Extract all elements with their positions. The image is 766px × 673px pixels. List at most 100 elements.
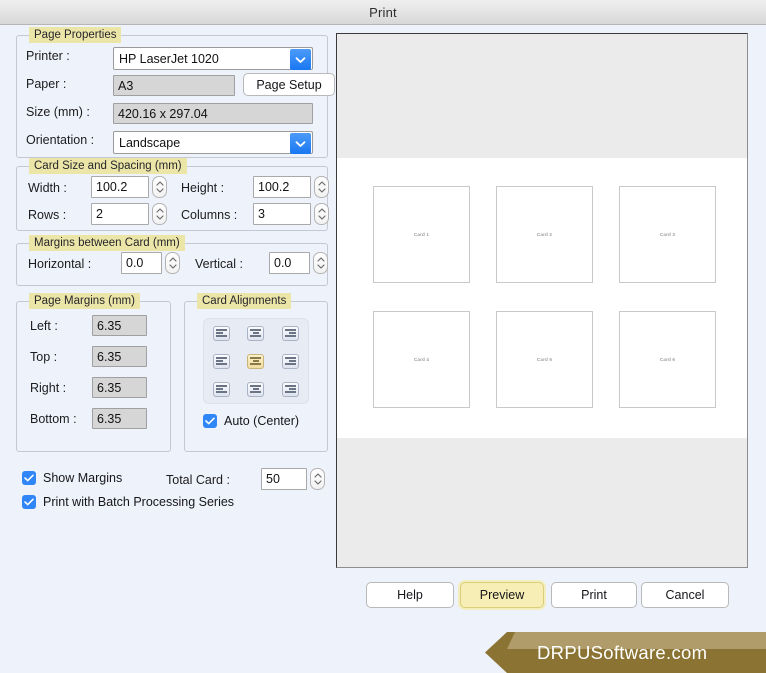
preview-card-label: Card 6 — [659, 357, 676, 362]
rows-input[interactable]: 2 — [91, 203, 149, 225]
align-middle-left-icon[interactable] — [212, 353, 230, 369]
show-margins-label: Show Margins — [43, 471, 123, 485]
columns-stepper[interactable]: 3 — [253, 203, 329, 225]
total-card-input[interactable]: 50 — [261, 468, 307, 490]
align-bottom-center-icon[interactable] — [247, 381, 265, 397]
printer-row: Printer : — [26, 49, 112, 63]
top-margin-label: Top : — [30, 350, 58, 364]
size-label: Size (mm) : — [26, 105, 90, 119]
print-dialog-window: Print Page Properties Printer : HP Laser… — [0, 0, 766, 673]
page-margins-group: Page Margins (mm) Left : 6.35 Top : 6.35… — [16, 293, 171, 452]
help-button[interactable]: Help — [366, 582, 454, 608]
margins-between-legend: Margins between Card (mm) — [29, 235, 185, 251]
size-value: 420.16 x 297.04 — [118, 106, 208, 121]
columns-value: 3 — [258, 207, 265, 221]
paper-value: A3 — [118, 78, 134, 93]
printer-combobox[interactable]: HP LaserJet 1020 — [113, 47, 313, 70]
vertical-spinner[interactable] — [313, 252, 328, 274]
vertical-stepper[interactable]: 0.0 — [269, 252, 328, 274]
width-label: Width : — [28, 181, 67, 195]
left-margin-field[interactable]: 6.35 — [92, 315, 147, 336]
brand-banner: DRPUSoftware.com — [485, 632, 766, 673]
chevron-down-icon[interactable] — [290, 133, 311, 154]
align-top-right-icon[interactable] — [282, 325, 300, 341]
bottom-margin-field[interactable]: 6.35 — [92, 408, 147, 429]
height-input[interactable]: 100.2 — [253, 176, 311, 198]
horizontal-label: Horizontal : — [28, 257, 92, 271]
columns-input[interactable]: 3 — [253, 203, 311, 225]
align-middle-right-icon[interactable] — [282, 353, 300, 369]
width-spinner[interactable] — [152, 176, 167, 198]
preview-card: Card 1 — [373, 186, 470, 283]
auto-center-label: Auto (Center) — [224, 414, 300, 428]
align-top-left-icon[interactable] — [212, 325, 230, 341]
horizontal-spinner[interactable] — [165, 252, 180, 274]
card-alignments-group: Card Alignments Auto (Center) — [184, 293, 328, 452]
orientation-label: Orientation : — [26, 133, 95, 147]
width-value: 100.2 — [96, 180, 128, 194]
rows-spinner[interactable] — [152, 203, 167, 225]
preview-card: Card 4 — [373, 311, 470, 408]
show-margins-checkbox[interactable]: Show Margins — [22, 471, 122, 485]
total-card-label: Total Card : — [166, 473, 230, 487]
horizontal-stepper[interactable]: 0.0 — [121, 252, 180, 274]
preview-card: Card 2 — [496, 186, 593, 283]
checkmark-icon — [22, 495, 36, 509]
align-top-center-icon[interactable] — [247, 325, 265, 341]
card-alignment-grid[interactable] — [203, 318, 309, 404]
top-margin-field[interactable]: 6.35 — [92, 346, 147, 367]
print-button[interactable]: Print — [551, 582, 637, 608]
orientation-row: Orientation : — [26, 133, 112, 147]
height-label: Height : — [181, 181, 225, 195]
checkmark-icon — [22, 471, 36, 485]
preview-card-label: Card 5 — [536, 357, 553, 362]
page-properties-legend: Page Properties — [29, 27, 122, 43]
vertical-label: Vertical : — [195, 257, 243, 271]
total-card-stepper[interactable]: 50 — [261, 468, 325, 490]
rows-label: Rows : — [28, 208, 67, 222]
height-value: 100.2 — [258, 180, 290, 194]
settings-panel: Page Properties Printer : HP LaserJet 10… — [0, 25, 340, 625]
size-value-field: 420.16 x 297.04 — [113, 103, 313, 124]
print-label: Print — [581, 588, 607, 602]
orientation-value: Landscape — [119, 135, 181, 150]
batch-processing-checkbox[interactable]: Print with Batch Processing Series — [22, 495, 234, 509]
page-setup-label: Page Setup — [256, 77, 322, 92]
right-margin-field[interactable]: 6.35 — [92, 377, 147, 398]
orientation-combobox[interactable]: Landscape — [113, 131, 313, 154]
page-margins-legend: Page Margins (mm) — [29, 293, 140, 309]
preview-label: Preview — [479, 588, 525, 602]
cancel-button[interactable]: Cancel — [641, 582, 729, 608]
left-margin-label: Left : — [30, 319, 58, 333]
rows-stepper[interactable]: 2 — [91, 203, 167, 225]
page-setup-button[interactable]: Page Setup — [243, 73, 335, 96]
right-margin-value: 6.35 — [97, 380, 122, 395]
columns-label: Columns : — [181, 208, 238, 222]
preview-button[interactable]: Preview — [460, 582, 544, 608]
print-preview-pane[interactable]: Card 1 Card 2 Card 3 Card 4 Card 5 Card … — [336, 33, 748, 568]
height-spinner[interactable] — [314, 176, 329, 198]
height-stepper[interactable]: 100.2 — [253, 176, 329, 198]
checkmark-icon — [203, 414, 217, 428]
page-properties-group: Page Properties Printer : HP LaserJet 10… — [16, 27, 335, 158]
vertical-input[interactable]: 0.0 — [269, 252, 310, 274]
size-row: Size (mm) : — [26, 105, 112, 119]
width-input[interactable]: 100.2 — [91, 176, 149, 198]
auto-center-checkbox[interactable]: Auto (Center) — [203, 414, 299, 428]
align-bottom-left-icon[interactable] — [212, 381, 230, 397]
chevron-down-icon[interactable] — [290, 49, 311, 70]
preview-card-label: Card 4 — [413, 357, 430, 362]
columns-spinner[interactable] — [314, 203, 329, 225]
paper-row: Paper : — [26, 77, 112, 91]
window-titlebar: Print — [0, 0, 766, 25]
margins-between-group: Margins between Card (mm) Horizontal : 0… — [16, 235, 328, 286]
printer-label: Printer : — [26, 49, 70, 63]
width-stepper[interactable]: 100.2 — [91, 176, 167, 198]
preview-card-label: Card 2 — [536, 232, 553, 237]
align-bottom-right-icon[interactable] — [282, 381, 300, 397]
total-card-spinner[interactable] — [310, 468, 325, 490]
align-middle-center-icon[interactable] — [247, 353, 265, 369]
horizontal-input[interactable]: 0.0 — [121, 252, 162, 274]
horizontal-value: 0.0 — [126, 256, 144, 270]
cancel-label: Cancel — [665, 588, 705, 602]
